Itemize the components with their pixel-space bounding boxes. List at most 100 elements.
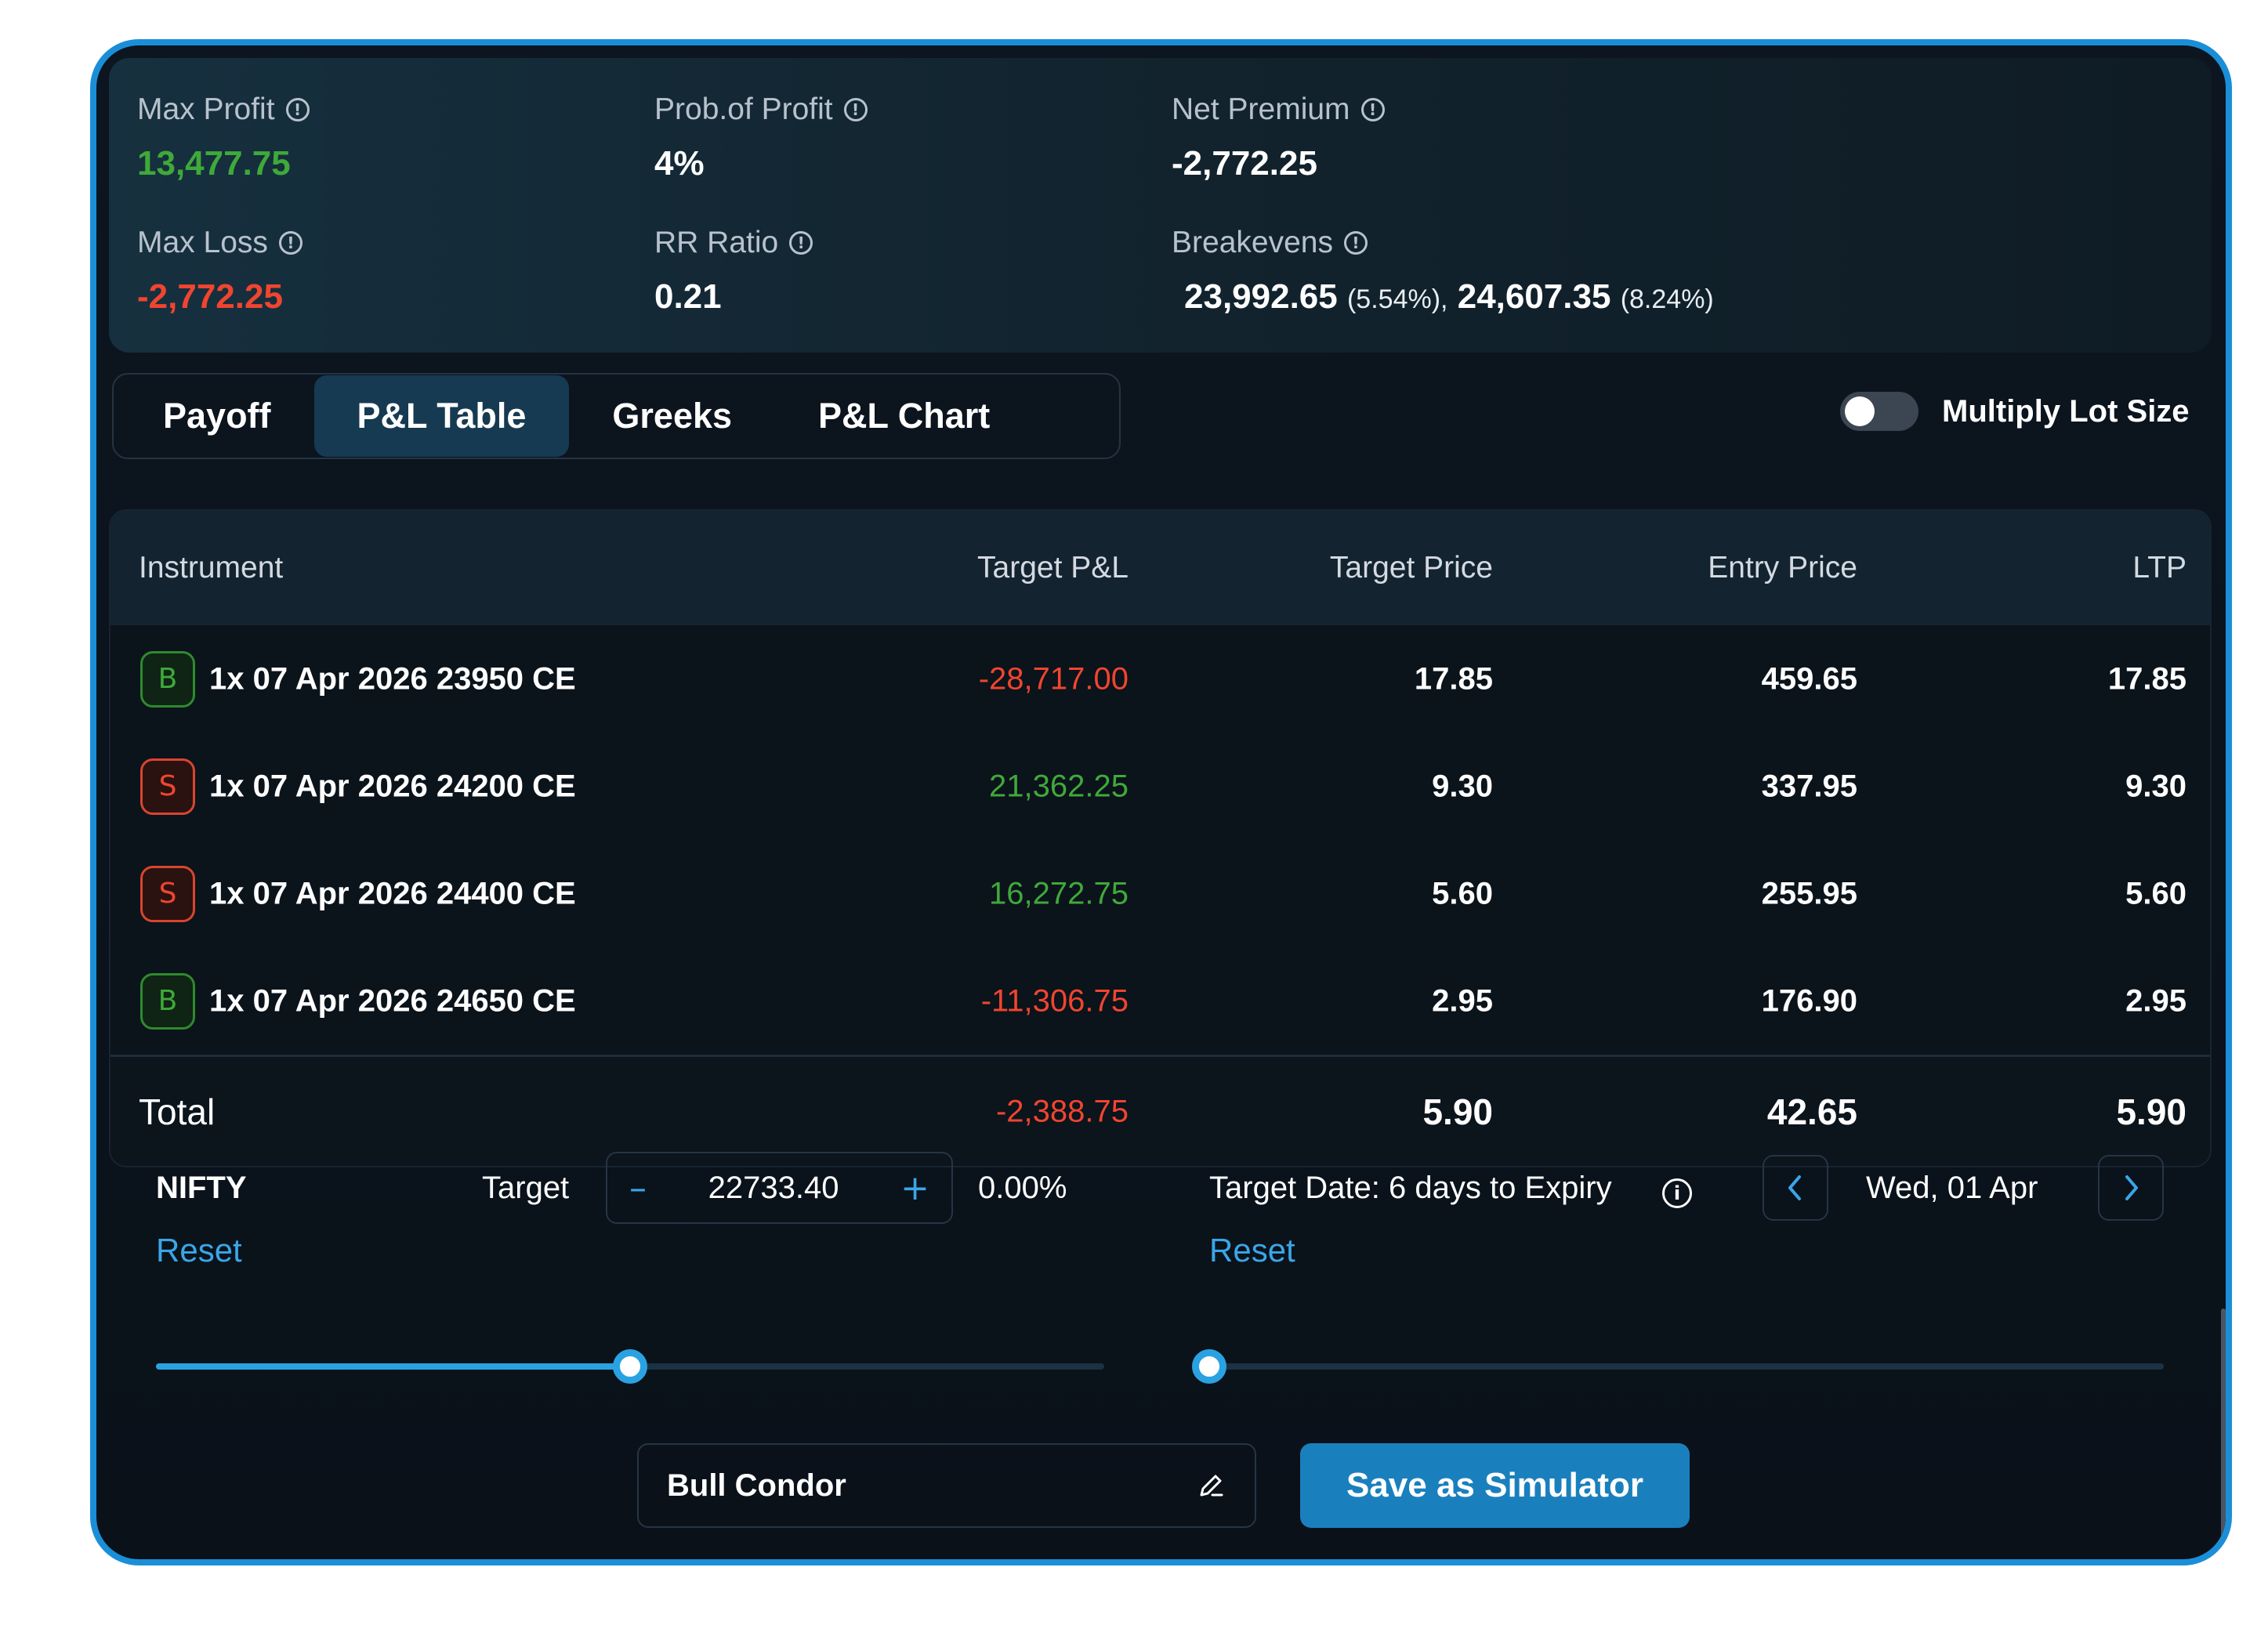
ltp: 9.30 <box>2125 769 2186 803</box>
multiply-lot-size-control: Multiply Lot Size <box>1840 392 2190 431</box>
decrement-button[interactable]: – <box>629 1168 647 1208</box>
target-price: 17.85 <box>1414 661 1493 696</box>
date-value: Wed, 01 Apr <box>1866 1171 2038 1205</box>
total-target-pl: -2,388.75 <box>995 1094 1129 1128</box>
strategy-name-input[interactable]: Bull Condor <box>637 1443 1256 1528</box>
buy-badge: B <box>140 650 195 708</box>
total-row: Total -2,388.75 5.90 42.65 5.90 <box>111 1055 2210 1166</box>
header-instrument: Instrument <box>139 551 284 585</box>
target-label: Target <box>482 1171 570 1205</box>
save-as-simulator-button[interactable]: Save as Simulator <box>1300 1443 1690 1528</box>
info-icon[interactable]: ! <box>278 231 303 255</box>
max-loss-stat: Max Loss! -2,772.25 <box>137 226 303 317</box>
entry-price: 176.90 <box>1761 983 1857 1018</box>
symbol-label: NIFTY <box>156 1171 247 1205</box>
table-row[interactable]: S 1x 07 Apr 2026 24200 CE 21,362.25 9.30… <box>111 733 2210 840</box>
info-icon[interactable]: ! <box>285 98 310 121</box>
multiply-lot-size-label: Multiply Lot Size <box>1942 393 2190 429</box>
max-profit-label: Max Profit <box>137 92 275 126</box>
rr-ratio-label: RR Ratio <box>654 226 779 259</box>
instrument-name: 1x 07 Apr 2026 24650 CE <box>209 983 576 1018</box>
entry-price: 255.95 <box>1761 876 1857 910</box>
breakevens-label: Breakevens <box>1172 226 1333 259</box>
breakeven-1-pct: (5.54%), <box>1346 284 1448 314</box>
table-header: Instrument Target P&L Target Price Entry… <box>111 511 2210 625</box>
strategy-name: Bull Condor <box>667 1468 846 1503</box>
view-tabs: Payoff P&L Table Greeks P&L Chart <box>112 373 1121 459</box>
prob-profit-label: Prob.of Profit <box>654 92 833 126</box>
strategy-summary: Max Profit! 13,477.75 Prob.of Profit! 4%… <box>109 58 2212 353</box>
net-premium-label: Net Premium <box>1172 92 1350 126</box>
chevron-right-icon <box>2125 1175 2138 1200</box>
table-row[interactable]: S 1x 07 Apr 2026 24400 CE 16,272.75 5.60… <box>111 840 2210 947</box>
table-row[interactable]: B 1x 07 Apr 2026 23950 CE -28,717.00 17.… <box>111 625 2210 733</box>
tab-payoff[interactable]: Payoff <box>120 375 314 457</box>
target-change-pct: 0.00% <box>978 1171 1067 1205</box>
instrument-name: 1x 07 Apr 2026 24400 CE <box>209 876 576 910</box>
breakeven-2: 24,607.35 <box>1457 277 1611 316</box>
tab-pl-chart[interactable]: P&L Chart <box>775 375 1033 457</box>
net-premium-value: -2,772.25 <box>1172 144 1317 183</box>
target-price-stepper: – 22733.40 + <box>606 1152 953 1224</box>
info-icon[interactable]: ! <box>1343 231 1368 255</box>
prob-profit-stat: Prob.of Profit! 4% <box>654 92 868 183</box>
next-date-button[interactable] <box>2098 1155 2164 1221</box>
sell-badge: S <box>140 758 195 815</box>
max-loss-label: Max Loss <box>137 226 268 259</box>
edit-pencil-icon[interactable] <box>1195 1470 1226 1501</box>
table-row[interactable]: B 1x 07 Apr 2026 24650 CE -11,306.75 2.9… <box>111 947 2210 1055</box>
buy-badge: B <box>140 972 195 1030</box>
info-icon[interactable]: i <box>1662 1178 1692 1208</box>
increment-button[interactable]: + <box>900 1168 929 1208</box>
breakeven-1: 23,992.65 <box>1184 277 1338 316</box>
total-entry-price: 42.65 <box>1766 1091 1857 1132</box>
tab-pl-table[interactable]: P&L Table <box>313 375 570 457</box>
header-ltp: LTP <box>2132 551 2186 585</box>
target-pl: 16,272.75 <box>989 876 1129 910</box>
chevron-left-icon <box>1788 1175 1801 1200</box>
total-ltp: 5.90 <box>2116 1091 2186 1132</box>
rr-ratio-value: 0.21 <box>654 277 722 316</box>
info-icon[interactable]: ! <box>843 98 868 121</box>
entry-price: 337.95 <box>1761 769 1857 803</box>
max-profit-value: 13,477.75 <box>137 144 291 183</box>
breakeven-2-pct: (8.24%) <box>1620 284 1714 314</box>
price-slider-thumb[interactable] <box>613 1349 647 1384</box>
breakevens-stat: Breakevens! 23,992.65 (5.54%), 24,607.35… <box>1172 226 1714 317</box>
max-loss-value: -2,772.25 <box>137 277 283 316</box>
total-label: Total <box>139 1091 216 1132</box>
strategy-panel: Max Profit! 13,477.75 Prob.of Profit! 4%… <box>90 39 2232 1565</box>
instrument-name: 1x 07 Apr 2026 24200 CE <box>209 769 576 803</box>
target-pl: -11,306.75 <box>980 983 1129 1018</box>
prob-profit-value: 4% <box>654 144 705 183</box>
header-target-price: Target Price <box>1329 551 1493 585</box>
header-target-pl: Target P&L <box>977 551 1129 585</box>
date-slider[interactable] <box>1192 1349 2164 1384</box>
total-target-price: 5.90 <box>1422 1091 1493 1132</box>
info-icon[interactable]: ! <box>789 231 813 255</box>
scrollbar-thumb[interactable] <box>2221 1308 2226 1559</box>
price-slider-fill <box>156 1363 630 1370</box>
tab-greeks[interactable]: Greeks <box>569 375 775 457</box>
ltp: 17.85 <box>2107 661 2186 696</box>
price-reset-link[interactable]: Reset <box>156 1232 242 1269</box>
target-pl: -28,717.00 <box>978 661 1129 696</box>
prev-date-button[interactable] <box>1763 1155 1828 1221</box>
target-date-label: Target Date: 6 days to Expiry <box>1209 1171 1612 1205</box>
date-reset-link[interactable]: Reset <box>1209 1232 1295 1269</box>
price-slider[interactable] <box>156 1349 1104 1384</box>
header-entry-price: Entry Price <box>1708 551 1857 585</box>
net-premium-stat: Net Premium! -2,772.25 <box>1172 92 1385 183</box>
rr-ratio-stat: RR Ratio! 0.21 <box>654 226 813 317</box>
max-profit-stat: Max Profit! 13,477.75 <box>137 92 310 183</box>
info-icon[interactable]: ! <box>1360 98 1385 121</box>
target-pl: 21,362.25 <box>989 769 1129 803</box>
target-price: 5.60 <box>1432 876 1493 910</box>
ltp: 5.60 <box>2125 876 2186 910</box>
target-price-input[interactable]: 22733.40 <box>708 1171 839 1206</box>
breakevens-value: 23,992.65 (5.54%), 24,607.35 (8.24%) <box>1172 277 1714 317</box>
date-slider-thumb[interactable] <box>1192 1349 1226 1384</box>
target-price: 2.95 <box>1432 983 1493 1018</box>
sell-badge: S <box>140 865 195 922</box>
multiply-lot-size-toggle[interactable] <box>1840 392 1918 431</box>
